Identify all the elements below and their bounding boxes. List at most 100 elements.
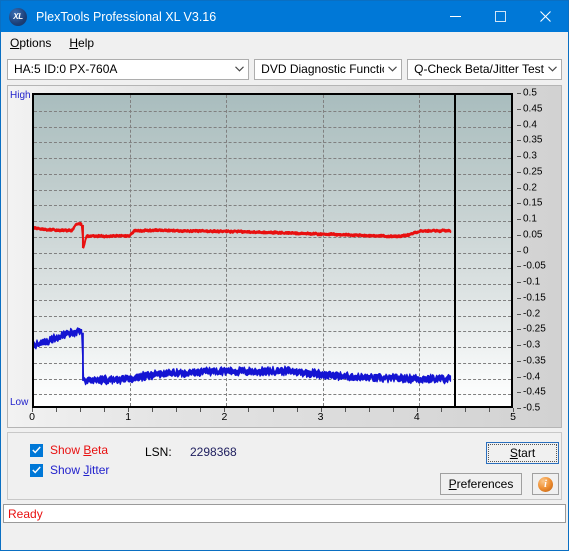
y-tick-mark: [517, 140, 521, 142]
x-tick-mark: [80, 408, 82, 412]
y-tick-label: 0.35: [523, 134, 543, 146]
y-tick-mark: [517, 329, 521, 331]
menu-item-help[interactable]: Help: [67, 35, 96, 51]
y-tick-label: -0.2: [523, 308, 541, 319]
x-tick-mark: [152, 408, 154, 412]
y-tick-label: 0.2: [523, 182, 537, 193]
x-tick-label: 2: [221, 411, 228, 423]
y-tick-mark: [517, 124, 521, 126]
show-beta-row[interactable]: Show Beta: [30, 443, 108, 457]
axis-high-label: High: [10, 90, 31, 101]
menu-bar: Options Help: [1, 32, 568, 54]
x-tick-mark: [368, 408, 370, 412]
test-select-value: Q-Check Beta/Jitter Test: [414, 62, 544, 76]
chevron-down-icon: [544, 66, 561, 72]
x-tick-mark: [344, 408, 346, 412]
chart-panel: High Low 0.5 0.45 0.4 0.35 0.3 0.25 0.2 0.15 0.1…: [7, 85, 562, 428]
x-tick-mark: [392, 408, 394, 412]
x-tick-mark: [128, 408, 130, 412]
y-tick-mark: [517, 392, 521, 394]
x-tick-label: 5: [510, 411, 516, 423]
y-tick-label: -0.45: [523, 386, 546, 398]
x-tick-mark: [248, 408, 250, 412]
y-tick-label: 0.4: [523, 119, 537, 130]
lsn-value: 2298368: [190, 445, 237, 459]
y-tick-label: -0.35: [523, 355, 546, 367]
plot-area[interactable]: [32, 93, 513, 408]
minimize-icon[interactable]: [433, 1, 478, 32]
y-tick-mark: [517, 313, 521, 315]
drive-select-value: HA:5 ID:0 PX-760A: [14, 62, 118, 76]
y-tick-label: -0.15: [523, 292, 546, 304]
axis-low-label: Low: [10, 397, 29, 408]
close-icon[interactable]: [523, 1, 568, 32]
y-tick-mark: [517, 282, 521, 283]
start-button[interactable]: Start: [486, 442, 559, 464]
y-tick-label: -0.4: [523, 371, 541, 382]
x-tick-mark: [272, 408, 274, 412]
chevron-down-icon: [384, 66, 401, 72]
series-layer: [34, 221, 452, 386]
maximize-icon[interactable]: [478, 1, 523, 32]
function-select[interactable]: DVD Diagnostic Functions: [254, 58, 403, 80]
preferences-button[interactable]: Preferences: [440, 473, 522, 495]
y-tick-mark: [517, 108, 521, 110]
x-tick-label: 4: [413, 411, 420, 423]
x-tick-mark: [104, 408, 106, 412]
x-tick-label: 3: [317, 411, 324, 423]
show-beta-checkbox[interactable]: [30, 443, 43, 457]
function-select-value: DVD Diagnostic Functions: [261, 62, 384, 76]
test-select[interactable]: Q-Check Beta/Jitter Test: [407, 58, 562, 80]
menu-item-help-label: elp: [78, 36, 95, 50]
y-tick-mark: [517, 93, 521, 94]
y-tick-mark: [517, 266, 521, 268]
x-tick-mark: [200, 408, 202, 412]
x-tick-mark: [32, 408, 33, 412]
x-tick-mark: [224, 408, 226, 412]
y-tick-mark: [517, 297, 521, 299]
lsn-label: LSN:: [145, 445, 172, 459]
show-jitter-checkbox[interactable]: [30, 463, 43, 477]
menu-item-options-label: ptions: [19, 36, 52, 50]
chevron-down-icon: [231, 66, 248, 72]
x-tick-mark: [320, 408, 322, 412]
info-button[interactable]: i: [532, 473, 559, 495]
y-tick-label: -0.05: [523, 260, 546, 272]
y-tick-label: -0.5: [523, 402, 541, 414]
start-button-label: Start: [509, 446, 536, 460]
controls-panel: Show Beta Show Jitter LSN: 2298368 Start…: [7, 432, 562, 500]
window-controls: [433, 1, 568, 32]
data-end-marker: [454, 95, 457, 406]
y-tick-mark: [517, 234, 521, 236]
x-tick-mark: [513, 408, 514, 412]
x-axis-labels: 0 1 2 3 4 5: [29, 408, 516, 425]
y-tick-mark: [517, 219, 521, 220]
x-tick-mark: [488, 408, 490, 412]
status-bar: Ready: [3, 504, 566, 523]
y-tick-label: -0.3: [523, 339, 541, 351]
preferences-button-label: Preferences: [448, 477, 514, 491]
xl-logo-icon: XL: [9, 7, 27, 26]
y-tick-mark: [517, 187, 521, 189]
series-jitter: [34, 327, 452, 386]
menu-item-options[interactable]: Options: [8, 35, 53, 51]
x-tick-mark: [440, 408, 442, 412]
x-tick-mark: [296, 408, 298, 412]
y-tick-label: 0.45: [523, 103, 543, 115]
series-beta: [34, 221, 452, 249]
y-tick-label: 0.05: [523, 229, 543, 241]
drive-select[interactable]: HA:5 ID:0 PX-760A: [7, 58, 250, 80]
y-tick-mark: [517, 360, 521, 362]
y-tick-mark: [517, 376, 521, 378]
status-text: Ready: [8, 506, 43, 521]
y-tick-label: -0.1: [523, 276, 541, 288]
y-tick-label: 0.5: [523, 87, 537, 99]
x-tick-mark: [176, 408, 178, 412]
y-tick-label: 0.15: [523, 197, 543, 209]
x-tick-mark: [56, 408, 58, 412]
info-icon: i: [538, 476, 553, 492]
window-title: PlexTools Professional XL V3.16: [36, 9, 217, 24]
show-jitter-row[interactable]: Show Jitter: [30, 463, 109, 477]
x-tick-label: 0: [29, 411, 35, 423]
y-tick-label: 0.1: [523, 213, 537, 225]
